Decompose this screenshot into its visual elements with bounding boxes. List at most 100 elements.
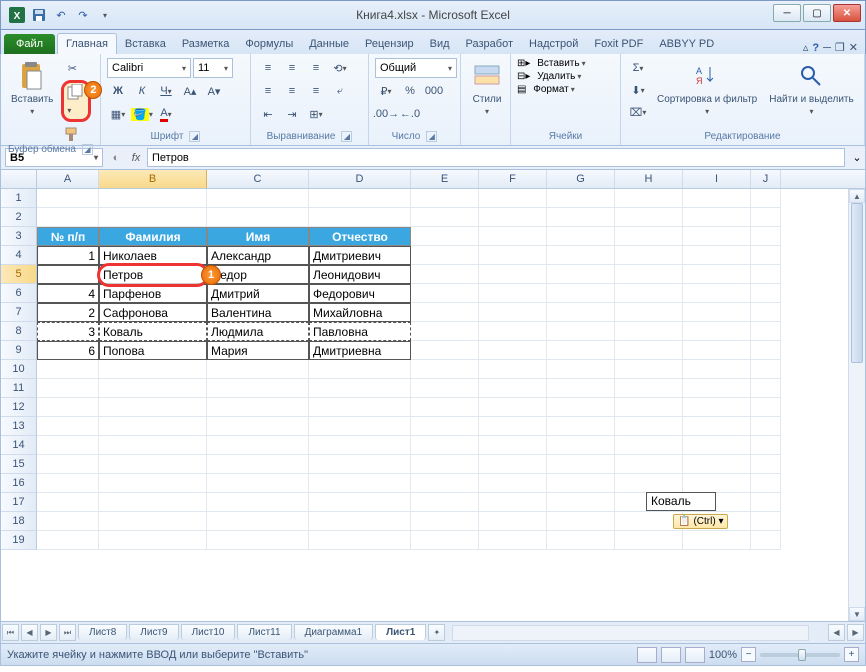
cell[interactable]: 1	[37, 246, 99, 265]
cell[interactable]	[411, 436, 479, 455]
tab-data[interactable]: Данные	[301, 34, 357, 54]
row-header[interactable]: 18	[1, 512, 37, 531]
cell[interactable]: Николаев	[99, 246, 207, 265]
percent-icon[interactable]: %	[399, 81, 421, 101]
view-normal-icon[interactable]	[637, 647, 657, 663]
vertical-scrollbar[interactable]: ▲ ▼	[848, 189, 865, 621]
cell[interactable]	[751, 189, 781, 208]
sheet-nav-next-icon[interactable]: ▶	[40, 624, 57, 641]
cell[interactable]	[479, 246, 547, 265]
cell[interactable]	[479, 417, 547, 436]
cell[interactable]	[547, 474, 615, 493]
zoom-in-icon[interactable]: +	[844, 647, 859, 662]
cell[interactable]	[547, 265, 615, 284]
col-header-e[interactable]: E	[411, 170, 479, 188]
col-header-f[interactable]: F	[479, 170, 547, 188]
cell[interactable]	[683, 379, 751, 398]
cell[interactable]	[547, 360, 615, 379]
cell[interactable]	[411, 417, 479, 436]
cell[interactable]: 3	[37, 322, 99, 341]
cell[interactable]	[207, 474, 309, 493]
align-center-icon[interactable]: ≡	[281, 81, 303, 101]
sheet-nav-last-icon[interactable]: ⏭	[59, 624, 76, 641]
row-header[interactable]: 3	[1, 227, 37, 246]
cell[interactable]	[207, 436, 309, 455]
align-bottom-icon[interactable]: ≡	[305, 58, 327, 78]
cell[interactable]	[99, 189, 207, 208]
cell[interactable]	[683, 227, 751, 246]
cell[interactable]: Павловна	[309, 322, 411, 341]
formula-input[interactable]: Петров	[147, 148, 845, 167]
cell[interactable]	[547, 284, 615, 303]
scroll-up-icon[interactable]: ▲	[849, 189, 865, 203]
cell[interactable]	[37, 398, 99, 417]
cell[interactable]	[99, 417, 207, 436]
cell[interactable]	[207, 189, 309, 208]
sheet-tab-8[interactable]: Лист8	[78, 624, 127, 640]
cell[interactable]	[309, 398, 411, 417]
cell[interactable]	[309, 436, 411, 455]
cell[interactable]	[37, 493, 99, 512]
cell[interactable]	[547, 341, 615, 360]
cell[interactable]	[683, 322, 751, 341]
fill-icon[interactable]: ⬇▾	[627, 80, 649, 100]
zoom-slider[interactable]	[760, 653, 840, 657]
cell[interactable]	[751, 284, 781, 303]
cell[interactable]	[615, 303, 683, 322]
minimize-ribbon-icon[interactable]: ▵	[803, 41, 809, 54]
cell[interactable]	[37, 531, 99, 550]
cell[interactable]	[207, 379, 309, 398]
cell[interactable]	[411, 322, 479, 341]
cell[interactable]	[411, 265, 479, 284]
cell[interactable]	[411, 474, 479, 493]
cell[interactable]	[479, 398, 547, 417]
cell[interactable]	[683, 531, 751, 550]
window-min-icon[interactable]: ─	[823, 42, 831, 54]
cell[interactable]: Михайловна	[309, 303, 411, 322]
row-header[interactable]: 8	[1, 322, 37, 341]
zoom-out-icon[interactable]: −	[741, 647, 756, 662]
hscroll-left-icon[interactable]: ◀	[828, 624, 845, 641]
row-header[interactable]: 19	[1, 531, 37, 550]
row-header[interactable]: 15	[1, 455, 37, 474]
view-layout-icon[interactable]	[661, 647, 681, 663]
cell[interactable]	[411, 189, 479, 208]
row-header[interactable]: 9	[1, 341, 37, 360]
cell[interactable]	[479, 512, 547, 531]
increase-font-icon[interactable]: A▴	[179, 81, 201, 101]
increase-decimal-icon[interactable]: .00→	[375, 104, 397, 124]
view-pagebreak-icon[interactable]	[685, 647, 705, 663]
cell[interactable]	[411, 493, 479, 512]
row-header[interactable]: 14	[1, 436, 37, 455]
sort-filter-button[interactable]: АЯ Сортировка и фильтр▾	[653, 58, 761, 118]
row-header[interactable]: 11	[1, 379, 37, 398]
col-header-h[interactable]: H	[615, 170, 683, 188]
cell[interactable]: Фамилия	[99, 227, 207, 246]
sheet-tab-10[interactable]: Лист10	[181, 624, 236, 640]
cell[interactable]	[309, 493, 411, 512]
cell[interactable]	[99, 474, 207, 493]
cell[interactable]	[99, 512, 207, 531]
col-header-b[interactable]: B	[99, 170, 207, 188]
cell[interactable]	[37, 360, 99, 379]
italic-icon[interactable]: К	[131, 81, 153, 101]
cell[interactable]: Дмитрий	[207, 284, 309, 303]
cell[interactable]	[99, 493, 207, 512]
cell[interactable]: 6	[37, 341, 99, 360]
cell[interactable]	[411, 455, 479, 474]
cell[interactable]	[411, 398, 479, 417]
cell[interactable]	[479, 379, 547, 398]
cell[interactable]	[207, 531, 309, 550]
cell[interactable]	[615, 436, 683, 455]
tab-home[interactable]: Главная	[57, 33, 117, 54]
cell[interactable]	[479, 436, 547, 455]
col-header-g[interactable]: G	[547, 170, 615, 188]
tab-formulas[interactable]: Формулы	[237, 34, 301, 54]
cell[interactable]	[309, 512, 411, 531]
tab-view[interactable]: Вид	[422, 34, 458, 54]
cell[interactable]: № п/п	[37, 227, 99, 246]
cell[interactable]: Попова	[99, 341, 207, 360]
copy-button[interactable]: ▾ 2	[61, 80, 91, 122]
cell[interactable]	[615, 265, 683, 284]
cell[interactable]	[479, 265, 547, 284]
